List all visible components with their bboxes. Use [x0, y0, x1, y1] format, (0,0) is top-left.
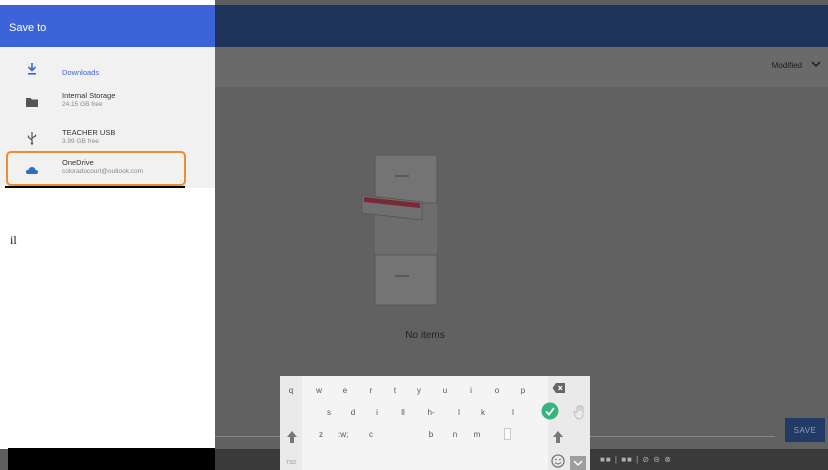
- key-q[interactable]: q: [286, 386, 296, 395]
- key-i2[interactable]: i: [372, 408, 382, 417]
- key-ll[interactable]: ll: [398, 408, 408, 417]
- stray-text: il: [10, 233, 17, 247]
- usb-icon: [27, 132, 37, 145]
- onedrive-highlight-box: [6, 151, 186, 186]
- key-i[interactable]: i: [466, 386, 476, 395]
- backspace-icon[interactable]: [552, 382, 566, 394]
- key-y[interactable]: y: [414, 386, 424, 395]
- system-tray-icons: ■■ | ■■ | ⊘ ⊝ ⊗: [600, 455, 672, 464]
- drawer-item-sublabel: 24.15 GB free: [62, 101, 103, 108]
- filing-cabinet-icon: [361, 154, 438, 306]
- key-x[interactable]: :w;: [338, 430, 348, 439]
- app-top-bar: [215, 5, 828, 47]
- key-o[interactable]: o: [492, 386, 502, 395]
- key-s[interactable]: s: [324, 408, 334, 417]
- drawer-item-sublabel: 3.99 GB free: [62, 138, 99, 145]
- app-toolbar: Modified: [215, 47, 828, 87]
- download-icon: [27, 63, 37, 75]
- shift-icon[interactable]: [286, 430, 298, 444]
- key-e[interactable]: e: [340, 386, 350, 395]
- drawer-item-label: Internal Storage: [62, 91, 116, 100]
- key-l2[interactable]: l: [508, 408, 518, 417]
- on-screen-keyboard: q w e r t y u i o p s d i ll h- l k l z …: [280, 376, 590, 470]
- chevron-down-icon[interactable]: [810, 58, 822, 70]
- drawer-title: Save to: [9, 22, 47, 34]
- drawer-item-internal-storage[interactable]: Internal Storage 24.15 GB free: [0, 85, 215, 119]
- drawer-item-label: TEACHER USB: [62, 128, 116, 137]
- key-k[interactable]: k: [478, 408, 488, 417]
- key-n[interactable]: n: [450, 430, 460, 439]
- key-r[interactable]: r: [366, 386, 376, 395]
- keyboard-time: 7:53: [286, 460, 296, 466]
- drawer-item-downloads[interactable]: Downloads: [0, 53, 215, 87]
- emoji-icon[interactable]: [551, 454, 565, 468]
- black-bar: [8, 448, 215, 470]
- hide-keyboard-icon[interactable]: [570, 456, 586, 470]
- key-t[interactable]: t: [390, 386, 400, 395]
- key-m[interactable]: m: [472, 430, 482, 439]
- empty-state-text: No items: [405, 330, 445, 341]
- sort-dropdown-label[interactable]: Modified: [772, 61, 802, 70]
- divider-line: [5, 186, 185, 188]
- key-p[interactable]: p: [518, 386, 528, 395]
- folder-icon: [26, 98, 38, 107]
- keyboard-cursor: [504, 428, 511, 440]
- key-l[interactable]: l: [454, 408, 464, 417]
- confirm-check-icon[interactable]: [541, 402, 559, 420]
- key-h[interactable]: h-: [426, 408, 436, 417]
- hand-icon[interactable]: [573, 404, 587, 420]
- key-w[interactable]: w: [314, 386, 324, 395]
- key-b[interactable]: b: [426, 430, 436, 439]
- save-button[interactable]: SAVE: [785, 418, 825, 442]
- shift-icon-right[interactable]: [552, 430, 564, 444]
- drawer-item-label: Downloads: [62, 68, 100, 77]
- key-u[interactable]: u: [440, 386, 450, 395]
- key-z[interactable]: z: [316, 430, 326, 439]
- key-c[interactable]: c: [366, 430, 376, 439]
- key-d[interactable]: d: [348, 408, 358, 417]
- drawer-header: Save to: [0, 5, 215, 47]
